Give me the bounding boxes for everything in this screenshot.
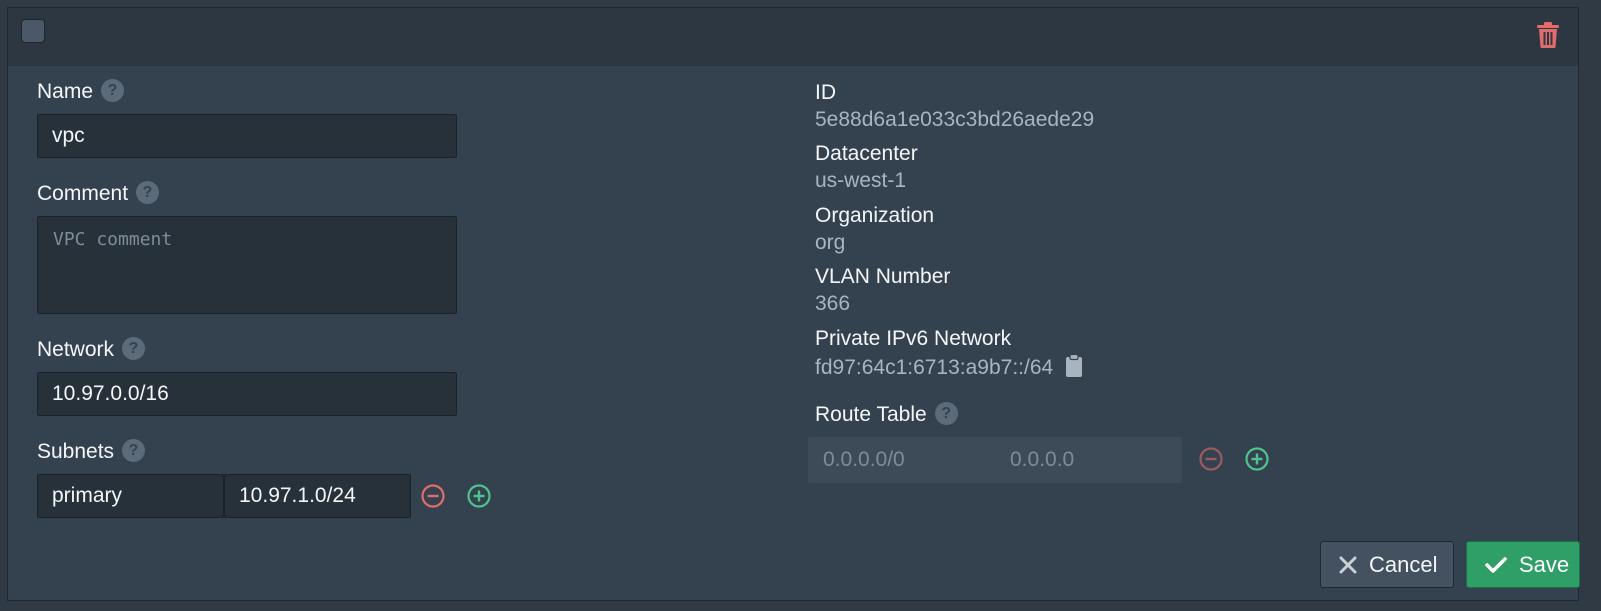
add-subnet-button[interactable] xyxy=(467,484,491,508)
save-label: Save xyxy=(1519,551,1570,577)
route-target-input[interactable]: 0.0.0.0 xyxy=(1010,437,1074,483)
ipv6-value: fd97:64c1:6713:a9b7::/64 xyxy=(815,353,1083,380)
add-route-button[interactable] xyxy=(1245,447,1269,471)
select-checkbox[interactable] xyxy=(21,19,45,43)
help-icon[interactable]: ? xyxy=(101,78,125,102)
cancel-label: Cancel xyxy=(1369,551,1438,577)
minus-circle-icon xyxy=(1199,447,1223,471)
comment-placeholder: VPC comment xyxy=(53,229,173,250)
save-button[interactable]: Save xyxy=(1466,541,1580,588)
route-destination-input[interactable]: 0.0.0.0/0 xyxy=(823,437,905,483)
delete-button[interactable] xyxy=(1536,21,1560,49)
help-icon[interactable]: ? xyxy=(122,438,146,462)
vlan-label: VLAN Number xyxy=(815,265,951,288)
help-icon[interactable]: ? xyxy=(122,336,146,360)
comment-label: Comment? xyxy=(37,180,160,206)
clipboard-icon[interactable] xyxy=(1065,353,1083,378)
network-input[interactable]: 10.97.0.0/16 xyxy=(37,372,457,416)
datacenter-value: us-west-1 xyxy=(815,169,907,192)
id-value: 5e88d6a1e033c3bd26aede29 xyxy=(815,108,1095,131)
name-input[interactable]: vpc xyxy=(37,114,457,158)
subnets-label: Subnets? xyxy=(37,438,146,464)
vlan-value: 366 xyxy=(815,292,851,315)
plus-circle-icon xyxy=(1245,447,1269,471)
organization-label: Organization xyxy=(815,204,935,227)
route-table-row: 0.0.0.0/0 0.0.0.0 xyxy=(808,437,1182,483)
trash-icon xyxy=(1537,22,1559,48)
cancel-button[interactable]: Cancel xyxy=(1320,541,1454,588)
network-label: Network? xyxy=(37,336,146,362)
id-label: ID xyxy=(815,81,836,104)
close-icon xyxy=(1339,556,1357,573)
subnet-network-input[interactable]: 10.97.1.0/24 xyxy=(224,474,411,518)
check-icon xyxy=(1485,556,1507,573)
plus-circle-icon xyxy=(467,484,491,508)
ipv6-text: fd97:64c1:6713:a9b7::/64 xyxy=(815,356,1054,379)
route-table-label: Route Table? xyxy=(815,401,958,427)
name-label: Name? xyxy=(37,78,125,104)
organization-value: org xyxy=(815,231,846,254)
ipv6-label: Private IPv6 Network xyxy=(815,327,1012,350)
remove-subnet-button[interactable] xyxy=(421,484,445,508)
datacenter-label: Datacenter xyxy=(815,142,918,165)
minus-circle-icon xyxy=(421,484,445,508)
comment-textarea[interactable]: VPC comment xyxy=(37,216,457,314)
help-icon[interactable]: ? xyxy=(934,401,958,425)
panel-header xyxy=(8,8,1578,66)
remove-route-button[interactable] xyxy=(1199,447,1223,471)
subnet-name-input[interactable]: primary xyxy=(37,474,224,518)
help-icon[interactable]: ? xyxy=(136,180,160,204)
